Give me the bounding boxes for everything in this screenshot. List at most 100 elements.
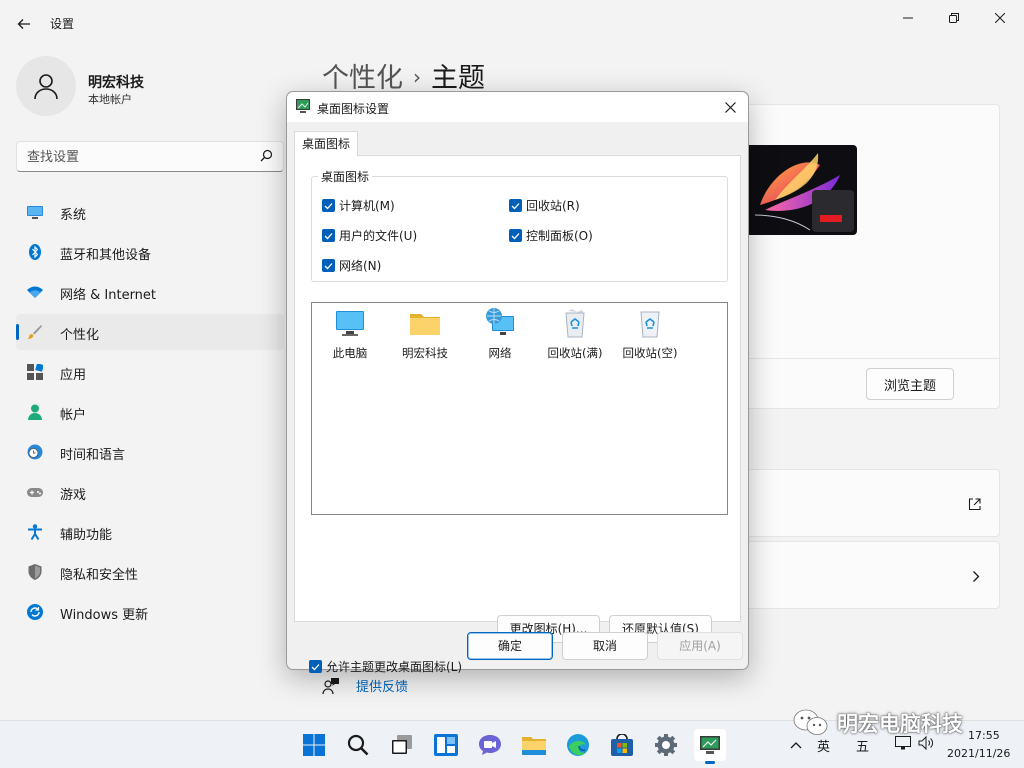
search-icon[interactable] — [260, 149, 273, 166]
allow-theme-change-checkbox[interactable]: 允许主题更改桌面图标(L) — [309, 658, 462, 675]
control-panel-checkbox[interactable]: 控制面板(O) — [509, 227, 593, 244]
taskbar-search-button[interactable] — [342, 729, 374, 761]
checkmark-icon — [311, 663, 320, 670]
file-explorer-button[interactable] — [518, 729, 550, 761]
user-files-checkbox[interactable]: 用户的文件(U) — [322, 227, 417, 244]
icon-item-user-folder[interactable]: 明宏科技 — [388, 307, 462, 361]
ime-mode-indicator[interactable]: 五 — [856, 736, 869, 755]
checkbox-checked[interactable] — [309, 660, 322, 673]
checkmark-icon — [511, 202, 520, 209]
desktop-icon-settings-dialog: 桌面图标设置 桌面图标 桌面图标 计算机(M) 回收站(R) 用户的文件(U) … — [286, 91, 749, 674]
feedback-label[interactable]: 提供反馈 — [356, 676, 408, 695]
settings-button[interactable] — [650, 729, 682, 761]
volume-button[interactable] — [918, 735, 934, 754]
checkbox-checked[interactable] — [322, 259, 335, 272]
user-name: 明宏科技 — [88, 75, 144, 91]
store-button[interactable] — [606, 729, 638, 761]
sidebar-item-accounts[interactable]: 帐户 — [16, 394, 284, 430]
recycle-bin-empty-icon — [634, 307, 666, 339]
sidebar-item-gaming[interactable]: 游戏 — [16, 474, 284, 510]
icon-item-network[interactable]: 网络 — [463, 307, 537, 361]
breadcrumb-parent[interactable]: 个性化 — [322, 63, 403, 94]
icon-item-this-pc[interactable]: 此电脑 — [313, 307, 387, 361]
start-icon — [303, 734, 325, 756]
recycle-bin-checkbox[interactable]: 回收站(R) — [509, 197, 580, 214]
clock-time[interactable]: 17:55 — [968, 729, 1000, 742]
icon-label: 此电脑 — [332, 346, 368, 360]
sidebar-item-system[interactable]: 系统 — [16, 194, 284, 230]
search-input[interactable] — [27, 148, 247, 166]
watermark: 明宏电脑科技 — [793, 708, 963, 738]
checkbox-checked[interactable] — [509, 229, 522, 242]
sidebar-item-label: 辅助功能 — [60, 528, 113, 543]
sidebar-item-label: Windows 更新 — [60, 608, 149, 623]
network-checkbox[interactable]: 网络(N) — [322, 257, 381, 274]
minimize-button[interactable] — [885, 4, 931, 32]
dialog-close-button[interactable] — [716, 94, 744, 120]
feedback-icon — [322, 677, 339, 694]
breadcrumb: 个性化 › 主题 — [322, 56, 485, 95]
sidebar-item-personalization[interactable]: 个性化 — [16, 314, 284, 350]
sidebar-nav: 系统 蓝牙和其他设备 网络 & Internet 个性化 应用 帐户 时间和语言 — [16, 194, 284, 634]
chevron-right-icon — [973, 571, 980, 582]
desktop-icon-settings-taskbar-button[interactable] — [694, 729, 726, 764]
clock-date[interactable]: 2021/11/26 — [947, 747, 1010, 760]
task-view-button[interactable] — [386, 729, 418, 761]
chevron-up-icon — [790, 742, 802, 749]
icon-label: 明宏科技 — [402, 346, 448, 360]
sidebar-item-time-language[interactable]: 时间和语言 — [16, 434, 284, 470]
dialog-title-bar[interactable]: 桌面图标设置 — [287, 92, 748, 122]
checkbox-checked[interactable] — [322, 199, 335, 212]
user-icon — [34, 74, 58, 100]
checkmark-icon — [324, 262, 333, 269]
feedback-link[interactable]: 提供反馈 — [322, 676, 408, 695]
network-icon — [484, 307, 516, 339]
checkbox-label: 计算机(M) — [339, 199, 395, 213]
icon-label: 网络 — [488, 346, 512, 360]
computer-icon — [334, 307, 366, 339]
sidebar-item-bluetooth[interactable]: 蓝牙和其他设备 — [16, 234, 284, 270]
start-button[interactable] — [298, 729, 330, 761]
sidebar-item-label: 网络 & Internet — [60, 288, 157, 303]
apply-button[interactable]: 应用(A) — [657, 632, 743, 660]
sidebar-item-accessibility[interactable]: 辅助功能 — [16, 514, 284, 550]
sidebar-item-network[interactable]: 网络 & Internet — [16, 274, 284, 310]
sidebar-item-apps[interactable]: 应用 — [16, 354, 284, 390]
widgets-icon — [434, 734, 458, 756]
breadcrumb-separator: › — [413, 65, 421, 89]
back-arrow-icon — [17, 19, 30, 29]
checkbox-label: 网络(N) — [339, 259, 382, 273]
restore-button[interactable] — [931, 4, 977, 32]
restore-icon — [949, 13, 959, 23]
chat-button[interactable] — [474, 729, 506, 761]
folder-icon — [409, 307, 441, 339]
network-status-button[interactable] — [895, 736, 911, 754]
ok-button[interactable]: 确定 — [467, 632, 553, 660]
edge-button[interactable] — [562, 729, 594, 761]
person-icon — [27, 404, 43, 420]
clock-globe-icon — [27, 444, 43, 460]
cancel-button[interactable]: 取消 — [562, 632, 648, 660]
sidebar-item-privacy[interactable]: 隐私和安全性 — [16, 554, 284, 590]
input-language-indicator[interactable]: 英 — [817, 736, 830, 755]
search-box[interactable] — [16, 141, 284, 172]
widgets-button[interactable] — [430, 729, 462, 761]
theme-preview-thumbnail[interactable] — [740, 145, 857, 235]
title-bar: 设置 — [0, 0, 1024, 46]
icon-item-recycle-bin-empty[interactable]: 回收站(空) — [613, 307, 687, 361]
computer-checkbox[interactable]: 计算机(M) — [322, 197, 395, 214]
tab-desktop-icons[interactable]: 桌面图标 — [294, 131, 358, 156]
app-title: 设置 — [50, 17, 75, 31]
browse-theme-button[interactable]: 浏览主题 — [866, 368, 954, 400]
close-icon — [995, 13, 1005, 23]
settings-icon — [655, 734, 677, 756]
desktop-icons-groupbox: 桌面图标 计算机(M) 回收站(R) 用户的文件(U) 控制面板(O) 网络(N… — [311, 168, 728, 282]
sidebar-item-windows-update[interactable]: Windows 更新 — [16, 594, 284, 630]
back-button[interactable] — [10, 10, 38, 38]
close-button[interactable] — [977, 4, 1023, 32]
tray-overflow-button[interactable] — [790, 738, 802, 753]
icon-item-recycle-bin-full[interactable]: 回收站(满) — [538, 307, 612, 361]
icon-label: 回收站(满) — [547, 346, 603, 360]
checkbox-checked[interactable] — [322, 229, 335, 242]
checkbox-checked[interactable] — [509, 199, 522, 212]
